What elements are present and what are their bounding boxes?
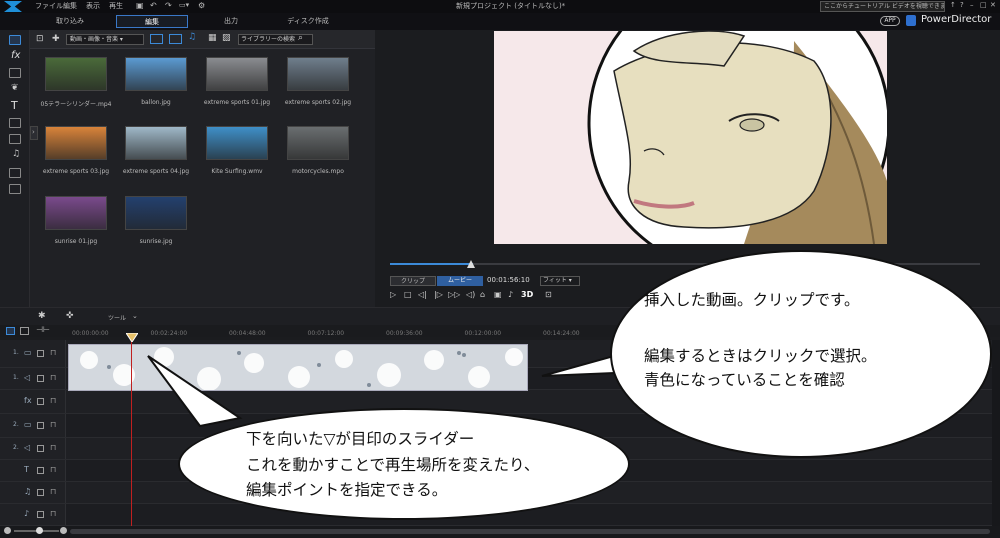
clip-note-line3: 編集するときはクリックで選択。	[644, 347, 877, 365]
slider-note-line2: これを動かすことで再生場所を変えたり、	[246, 456, 540, 474]
clip-note-line1: 挿入した動画。クリップです。	[644, 291, 860, 309]
powerdirector-window: ファイル 編集 表示 再生 ▣ ↶ ↷ ▭▾ ⚙ 新規プロジェクト (タイトルな…	[0, 0, 1000, 538]
callout-clip: 挿入した動画。クリップです。 編集するときはクリックで選択。 青色になっているこ…	[610, 250, 992, 458]
slider-note-line3: 編集ポイントを指定できる。	[246, 481, 448, 499]
slider-note-line1: 下を向いた▽が目印のスライダー	[246, 430, 475, 448]
clip-note-line4: 青色になっていることを確認	[644, 371, 845, 389]
callout-slider: 下を向いた▽が目印のスライダー これを動かすことで再生場所を変えたり、 編集ポイ…	[178, 408, 630, 520]
